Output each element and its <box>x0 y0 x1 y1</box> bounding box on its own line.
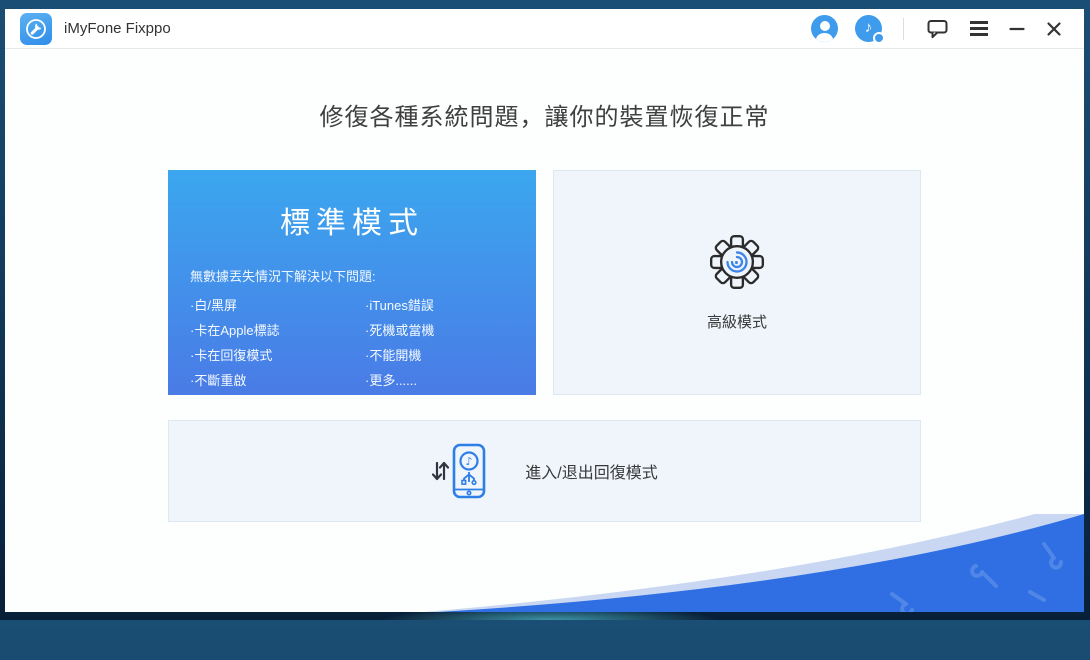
page-title: 修復各種系統問題，讓你的裝置恢復正常 <box>5 97 1084 132</box>
itunes-repair-icon[interactable]: ♪ <box>855 15 882 42</box>
list-item: ·更多...... <box>365 368 434 393</box>
list-item: ·不能開機 <box>365 343 434 368</box>
svg-text:♪: ♪ <box>466 455 473 468</box>
app-title: iMyFone Fixppo <box>64 20 171 37</box>
standard-mode-title: 標準模式 <box>168 170 536 242</box>
list-item: ·iTunes錯誤 <box>365 293 434 318</box>
feedback-icon[interactable] <box>925 17 951 41</box>
list-item: ·卡在回復模式 <box>190 343 365 368</box>
magnifier-icon <box>873 32 885 44</box>
menu-icon[interactable] <box>968 19 990 37</box>
list-item: ·不斷重啟 <box>190 368 365 393</box>
minimize-button[interactable] <box>1007 20 1027 38</box>
titlebar-divider <box>903 18 904 40</box>
main-content: 修復各種系統問題，讓你的裝置恢復正常 標準模式 無數據丟失情況下解決以下問題: … <box>5 97 1084 660</box>
advanced-mode-label: 高級模式 <box>707 311 767 332</box>
list-item: ·卡在Apple標誌 <box>190 318 365 343</box>
standard-mode-subtitle: 無數據丟失情況下解決以下問題: <box>190 266 536 285</box>
advanced-mode-card[interactable]: 高級模式 <box>553 170 921 395</box>
account-icon[interactable] <box>811 15 838 42</box>
account-avatar <box>811 15 838 42</box>
app-window: iMyFone Fixppo ♪ <box>5 9 1084 612</box>
issue-list: ·白/黑屏 ·卡在Apple標誌 ·卡在回復模式 ·不斷重啟 ·iTunes錯誤… <box>190 293 536 393</box>
list-item: ·死機或當機 <box>365 318 434 343</box>
gear-icon <box>708 233 766 291</box>
list-item: ·白/黑屏 <box>190 293 365 318</box>
recovery-mode-label: 進入/退出回復模式 <box>525 459 657 483</box>
music-note-glyph: ♪ <box>865 20 873 35</box>
recovery-mode-card[interactable]: ♪ 進入/退出回復模式 <box>168 420 921 522</box>
app-logo-icon <box>20 13 52 45</box>
close-button[interactable] <box>1044 19 1064 39</box>
standard-mode-card[interactable]: 標準模式 無數據丟失情況下解決以下問題: ·白/黑屏 ·卡在Apple標誌 ·卡… <box>168 170 536 395</box>
titlebar: iMyFone Fixppo ♪ <box>5 9 1084 49</box>
recovery-phone-icon: ♪ <box>431 442 497 500</box>
